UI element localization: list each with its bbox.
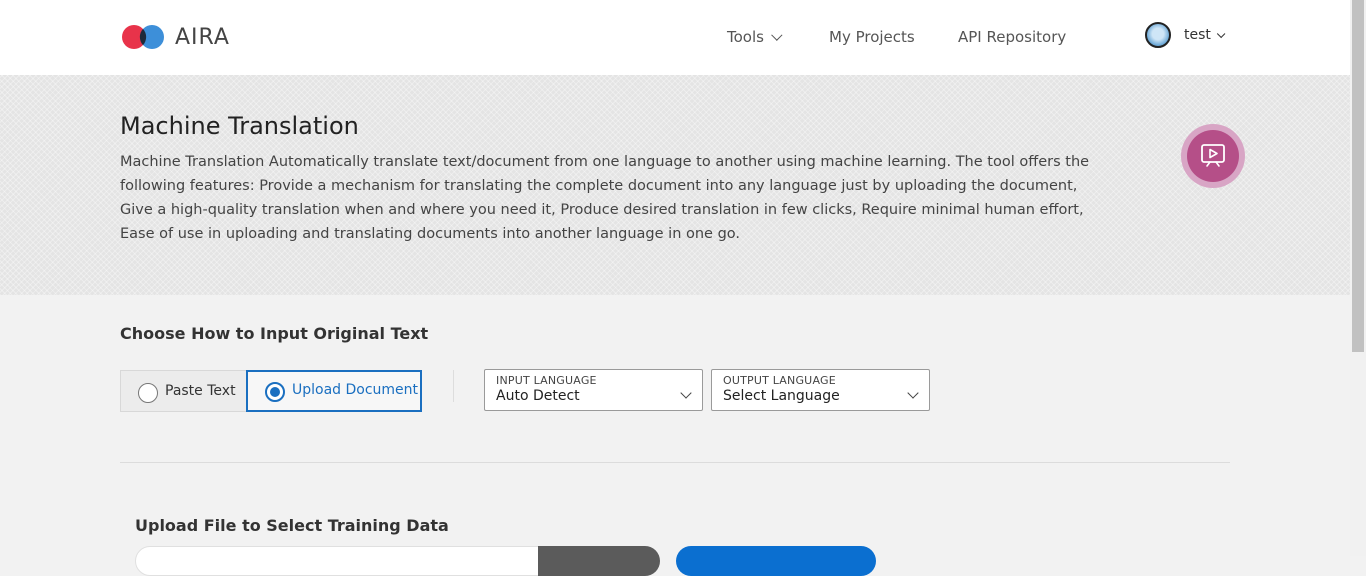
input-method-radio-group: Paste Text Upload Document (120, 370, 422, 412)
play-presentation-icon (1201, 144, 1225, 167)
input-language-value: Auto Detect (496, 388, 580, 404)
output-language-label: OUTPUT LANGUAGE (723, 374, 836, 387)
page-description: Machine Translation Automatically transl… (120, 154, 1090, 242)
chevron-down-icon (907, 387, 919, 399)
user-name: test (1184, 27, 1211, 43)
chevron-down-icon (680, 387, 692, 399)
input-language-select[interactable]: INPUT LANGUAGE Auto Detect (484, 369, 703, 411)
nav-api-repository[interactable]: API Repository (958, 28, 1066, 46)
section-divider (120, 462, 1230, 463)
user-menu[interactable]: test (1184, 27, 1226, 43)
input-language-label: INPUT LANGUAGE (496, 374, 597, 387)
output-language-select[interactable]: OUTPUT LANGUAGE Select Language (711, 369, 930, 411)
radio-upload-document[interactable]: Upload Document (246, 370, 422, 412)
radio-checked-icon (265, 382, 285, 402)
file-path-input[interactable] (135, 546, 540, 576)
browse-button[interactable] (538, 546, 660, 576)
nav-my-projects[interactable]: My Projects (829, 28, 915, 46)
radio-paste-text-label: Paste Text (165, 383, 236, 399)
chevron-down-icon (1216, 29, 1226, 39)
radio-paste-text[interactable]: Paste Text (121, 371, 246, 411)
vertical-divider (453, 370, 454, 402)
nav-tools-label: Tools (727, 28, 764, 46)
chevron-down-icon (771, 29, 783, 41)
brand-name[interactable]: AIRA (175, 25, 230, 50)
nav-tools[interactable]: Tools (727, 28, 783, 46)
page-title: Machine Translation (120, 112, 359, 140)
upload-button[interactable] (676, 546, 876, 576)
top-header: AIRA Tools My Projects API Repository te… (0, 0, 1350, 75)
page-scrollbar[interactable] (1350, 0, 1366, 556)
video-tutorial-button[interactable] (1181, 124, 1245, 188)
input-method-heading: Choose How to Input Original Text (120, 324, 429, 343)
user-avatar[interactable] (1145, 22, 1171, 48)
radio-unchecked-icon (138, 383, 158, 403)
aira-logo[interactable] (121, 24, 165, 50)
radio-upload-document-label: Upload Document (292, 382, 419, 398)
scrollbar-thumb[interactable] (1352, 0, 1364, 352)
output-language-value: Select Language (723, 388, 840, 404)
upload-file-heading: Upload File to Select Training Data (135, 516, 449, 535)
hero-banner: Machine Translation Machine Translation … (0, 75, 1350, 295)
